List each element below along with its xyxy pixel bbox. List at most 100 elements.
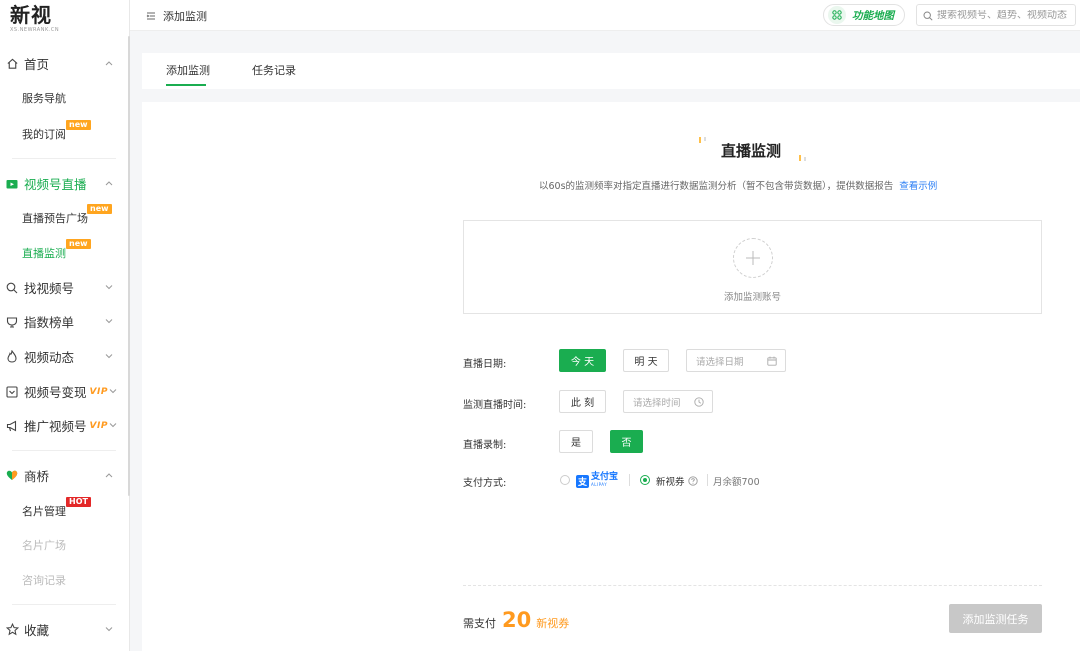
new-badge: new — [66, 120, 91, 130]
button-label: 明 天 — [634, 357, 658, 368]
active-tab-indicator — [166, 84, 206, 86]
sidebar-group-label: 商桥 — [24, 469, 50, 484]
brand-logo[interactable]: 新视 XS.NEWRANK.CN — [10, 4, 59, 33]
chevron-up-icon — [104, 178, 114, 188]
megaphone-icon — [5, 419, 19, 433]
monetize-icon — [5, 385, 19, 399]
function-map-button[interactable]: 功能地图 — [823, 4, 905, 26]
tab-label: 添加监测 — [166, 64, 210, 77]
menu-fold-icon[interactable] — [146, 11, 156, 21]
chevron-up-icon — [104, 58, 114, 68]
global-search[interactable] — [916, 4, 1076, 26]
alipay-name-en: ALIPAY — [591, 482, 608, 487]
title-decoration — [804, 157, 806, 161]
sidebar-group-home[interactable]: 首页 — [0, 46, 128, 81]
plus-icon — [733, 238, 773, 278]
coupon-radio[interactable] — [640, 475, 650, 485]
sidebar-group-monetize[interactable]: 视频号变现 VIP — [0, 374, 128, 409]
sidebar: 新视 XS.NEWRANK.CN 首页 服务导航 我的订阅 new 视频号直播 … — [0, 0, 130, 651]
coupon-label: 新视券 — [656, 477, 685, 488]
record-no-button[interactable]: 否 — [610, 430, 643, 453]
chevron-down-icon — [108, 420, 118, 430]
add-monitor-task-button[interactable]: 添加监测任务 — [949, 604, 1042, 633]
chevron-down-icon — [108, 386, 118, 396]
search-input[interactable] — [937, 9, 1075, 21]
sidebar-group-rank[interactable]: 指数榜单 — [0, 304, 128, 339]
alipay-wordmark: 支付宝 ALIPAY — [591, 473, 618, 489]
sidebar-item-label: 我的订阅 — [22, 128, 66, 141]
payment-amount: 20 — [502, 608, 532, 632]
time-picker[interactable]: 请选择时间 — [623, 390, 713, 413]
alipay-name: 支付宝 — [591, 472, 619, 482]
date-picker[interactable]: 请选择日期 — [686, 349, 786, 372]
add-account-label: 添加监测账号 — [723, 292, 781, 303]
heart-icon — [5, 469, 19, 483]
top-bar: 添加监测 功能地图 — [130, 0, 1080, 31]
sidebar-group-live[interactable]: 视频号直播 — [0, 166, 128, 201]
question-circle-icon[interactable] — [687, 476, 698, 486]
coupon-option[interactable]: 新视券 — [656, 474, 698, 488]
pay-divider — [629, 474, 630, 486]
sidebar-group-find[interactable]: 找视频号 — [0, 270, 128, 305]
alipay-radio[interactable] — [560, 475, 570, 485]
sidebar-item-label: 直播预告广场 — [22, 212, 88, 225]
sidebar-group-favorites[interactable]: 收藏 — [0, 612, 128, 647]
logo-text: 新视 — [10, 3, 52, 27]
sidebar-divider — [12, 450, 116, 451]
sidebar-item-label: 直播监测 — [22, 247, 66, 260]
button-label: 否 — [621, 438, 632, 449]
sidebar-group-label: 视频动态 — [24, 350, 75, 365]
sidebar-divider — [12, 604, 116, 605]
sidebar-item-label: 咨询记录 — [22, 574, 66, 587]
vip-badge: VIP — [89, 386, 108, 397]
payment-label: 需支付 — [463, 617, 496, 630]
alipay-logo-icon: 支 — [576, 474, 589, 488]
trophy-icon — [5, 315, 19, 329]
sidebar-item-live-monitor[interactable]: 直播监测 — [22, 243, 66, 263]
tab-label: 任务记录 — [252, 64, 296, 77]
record-yes-button[interactable]: 是 — [559, 430, 593, 453]
home-icon — [5, 57, 19, 71]
now-button[interactable]: 此 刻 — [559, 390, 606, 413]
alipay-option[interactable]: 支 支付宝 ALIPAY — [576, 473, 618, 489]
sidebar-group-bridge[interactable]: 商桥 — [0, 458, 128, 493]
search-icon — [923, 10, 933, 21]
sidebar-item-my-subscription[interactable]: 我的订阅 — [22, 124, 66, 144]
flame-icon — [5, 350, 19, 364]
pay-divider — [707, 474, 708, 486]
sidebar-item-card-manage[interactable]: 名片管理 — [22, 501, 66, 521]
tomorrow-button[interactable]: 明 天 — [623, 349, 669, 372]
payment-unit: 新视券 — [536, 617, 570, 630]
sidebar-group-label: 视频号直播 — [24, 177, 87, 192]
sidebar-divider — [12, 158, 116, 159]
tab-task-records[interactable]: 任务记录 — [252, 53, 296, 89]
sidebar-group-promote[interactable]: 推广视频号 VIP — [0, 408, 128, 443]
subtitle-text: 以60s的监测频率对指定直播进行数据监测分析（暂不包含带货数据），提供数据报告 — [539, 181, 894, 192]
view-example-link[interactable]: 查看示例 — [899, 181, 937, 192]
sidebar-item-label: 名片管理 — [22, 505, 66, 518]
time-placeholder: 请选择时间 — [633, 397, 681, 409]
sidebar-group-dynamics[interactable]: 视频动态 — [0, 339, 128, 374]
sidebar-item-service-nav[interactable]: 服务导航 — [22, 88, 66, 108]
grid-icon — [828, 6, 846, 24]
sidebar-item-label: 服务导航 — [22, 92, 66, 105]
chevron-down-icon — [104, 351, 114, 361]
sidebar-scrollbar[interactable] — [128, 36, 130, 496]
add-account-box[interactable]: 添加监测账号 — [463, 220, 1042, 314]
date-placeholder: 请选择日期 — [696, 356, 744, 368]
chevron-down-icon — [104, 624, 114, 634]
title-decoration — [699, 137, 701, 143]
sidebar-item-consult-records[interactable]: 咨询记录 — [22, 570, 66, 590]
function-map-label: 功能地图 — [852, 9, 894, 22]
vip-badge: VIP — [89, 420, 108, 431]
today-button[interactable]: 今 天 — [559, 349, 606, 372]
button-label: 添加监测任务 — [962, 612, 1029, 626]
sidebar-group-label: 指数榜单 — [24, 315, 75, 330]
sidebar-item-live-preview[interactable]: 直播预告广场 — [22, 208, 88, 228]
breadcrumb: 添加监测 — [146, 8, 207, 24]
sidebar-item-card-plaza[interactable]: 名片广场 — [22, 535, 66, 555]
chevron-down-icon — [104, 282, 114, 292]
new-badge: new — [66, 239, 91, 249]
date-label: 直播日期: — [463, 359, 507, 370]
button-label: 此 刻 — [570, 398, 595, 409]
